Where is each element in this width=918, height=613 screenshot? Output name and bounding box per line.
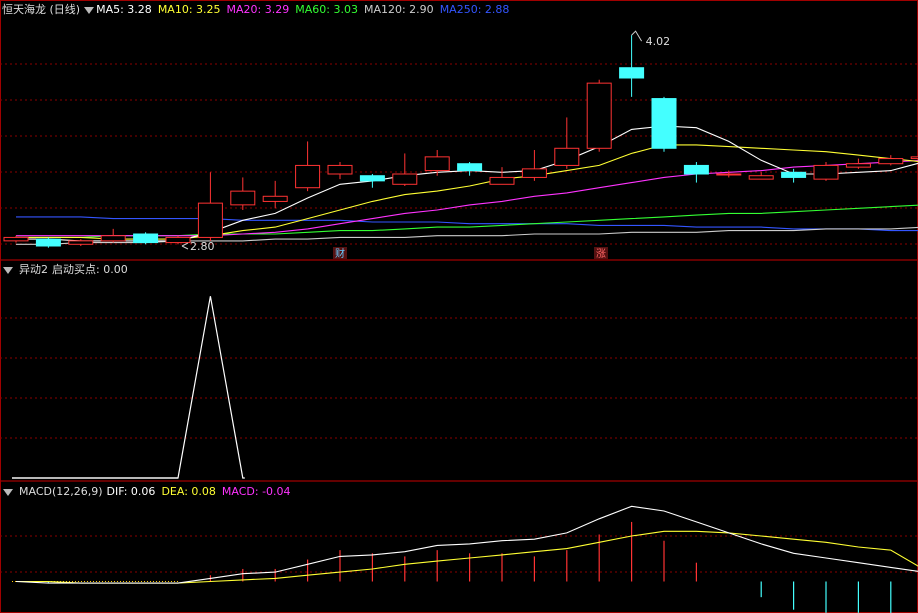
ma-label-4: MA120: 2.90	[363, 3, 434, 16]
ma-label-0: MA5: 3.28	[96, 3, 152, 16]
candle-body-up	[295, 164, 321, 189]
collapse-triangle-icon[interactable]	[3, 488, 13, 496]
candle[interactable]	[359, 174, 385, 188]
candle-body-down	[359, 175, 385, 182]
candle-body-up	[845, 163, 871, 168]
ma-legend: MA5: 3.28 MA10: 3.25 MA20: 3.29 MA60: 3.03 M…	[96, 3, 515, 16]
candle-body-up	[521, 168, 547, 178]
candle-body-up	[554, 147, 580, 166]
candle-body-down	[35, 238, 61, 247]
ma-line-ma60	[16, 204, 918, 238]
ma-label-3: MA60: 3.03	[295, 3, 358, 16]
finance-marker[interactable]: 财	[335, 247, 345, 260]
candle[interactable]	[845, 158, 871, 169]
candle-body-up	[424, 156, 450, 172]
ma-line-ma10	[16, 144, 918, 240]
candle-body-up	[327, 164, 353, 175]
candle-body-up	[392, 173, 418, 185]
candle-body-up	[3, 236, 29, 242]
candle-body-up	[586, 82, 612, 149]
candle-body-down	[457, 163, 483, 172]
macd-pane-header: MACD(12,26,9) DIF: 0.06 DEA: 0.08 MACD: -0.…	[0, 484, 297, 499]
macd-value: MACD: -0.04	[221, 485, 291, 498]
ma-line-ma250	[16, 216, 918, 232]
candle[interactable]	[230, 177, 256, 210]
candle[interactable]	[457, 162, 483, 176]
candle[interactable]	[392, 153, 418, 186]
candle[interactable]	[295, 141, 321, 192]
candle-body-up	[910, 156, 918, 160]
candle[interactable]	[327, 162, 353, 180]
collapse-triangle-icon[interactable]	[3, 266, 13, 274]
candle[interactable]	[100, 228, 126, 243]
candlestick-layer[interactable]	[3, 35, 918, 248]
high-price-label: 4.02	[646, 35, 671, 48]
candle-body-up	[230, 190, 256, 206]
candle[interactable]	[748, 172, 774, 180]
chart-border	[0, 0, 918, 613]
candle[interactable]	[133, 232, 159, 245]
main-pane-header: 恒天海龙 (日线) MA5: 3.28 MA10: 3.25 MA20: 3.29 MA…	[0, 2, 521, 17]
candle-body-down	[651, 98, 677, 149]
candle-body-up	[489, 176, 515, 185]
candle[interactable]	[910, 152, 918, 161]
candle[interactable]	[262, 180, 288, 209]
signal-layer	[12, 296, 245, 479]
rise-marker[interactable]: 涨	[596, 248, 606, 260]
collapse-triangle-icon[interactable]	[84, 6, 95, 14]
ma-label-2: MA20: 3.29	[226, 3, 290, 16]
candle-body-up	[262, 195, 288, 202]
macd-dif: DIF: 0.06	[106, 485, 156, 498]
signal-title: 异动2	[19, 263, 48, 276]
candle-body-up	[716, 173, 742, 176]
macd-dea: DEA: 0.08	[161, 485, 216, 498]
grid-layer	[0, 0, 918, 613]
candle[interactable]	[3, 235, 29, 243]
candle[interactable]	[683, 162, 709, 183]
candle-body-up	[165, 236, 191, 244]
stock-title: 恒天海龙 (日线)	[2, 3, 81, 16]
macd-title: MACD(12,26,9)	[19, 485, 103, 498]
candle[interactable]	[197, 172, 223, 241]
candle[interactable]	[878, 155, 904, 166]
macd-layer	[12, 505, 918, 613]
signal-value: 启动买点: 0.00	[52, 263, 128, 276]
candle[interactable]	[165, 235, 191, 245]
candle[interactable]	[35, 237, 61, 248]
candle[interactable]	[554, 117, 580, 169]
candle[interactable]	[521, 150, 547, 181]
ma-label-5: MA250: 2.88	[439, 3, 510, 16]
high-pointer-icon	[631, 30, 643, 42]
candle-body-down	[619, 67, 645, 79]
candle-body-down	[781, 171, 807, 178]
candle-body-up	[100, 235, 126, 242]
candle[interactable]	[619, 35, 645, 97]
candle-body-up	[813, 164, 839, 180]
candle-body-up	[748, 175, 774, 180]
signal-pane-header: 异动2 启动买点: 0.00	[0, 262, 134, 277]
candle-body-down	[133, 233, 159, 244]
candle-body-up	[68, 240, 94, 245]
candle-body-down	[683, 164, 709, 175]
stock-chart-canvas: 4.02 2.80 财 涨	[0, 0, 918, 613]
candle[interactable]	[586, 79, 612, 152]
candle-body-up	[878, 158, 904, 165]
candle[interactable]	[651, 96, 677, 152]
macd-dea-line	[16, 530, 918, 584]
ma-label-1: MA10: 3.25	[157, 3, 221, 16]
candle-body-up	[197, 202, 223, 238]
moving-average-layer	[16, 125, 918, 245]
candle[interactable]	[489, 167, 515, 185]
low-price-label: 2.80	[190, 240, 215, 253]
signal-line	[12, 296, 245, 479]
